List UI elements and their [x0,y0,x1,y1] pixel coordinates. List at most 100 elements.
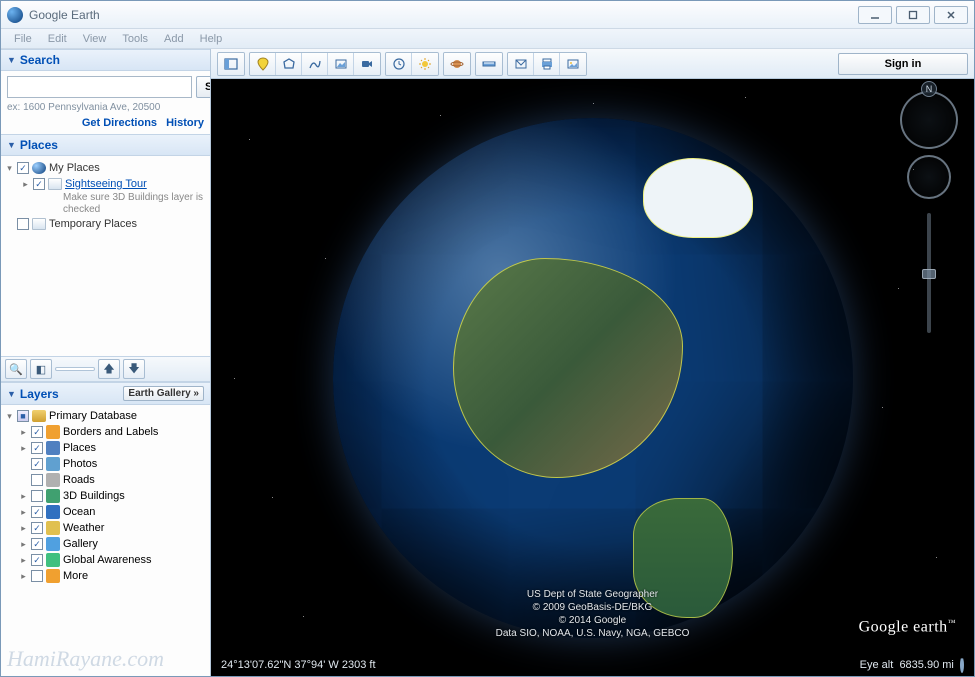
sidebar: ▼ Search Search ex: 1600 Pennsylvania Av… [1,49,211,676]
menu-add[interactable]: Add [157,31,191,47]
print-icon[interactable] [534,53,560,75]
layers-item[interactable]: ▸Borders and Labels [5,424,206,440]
menu-view[interactable]: View [76,31,114,47]
item-label[interactable]: Sightseeing Tour [65,177,147,191]
checkbox[interactable] [31,522,43,534]
checkbox[interactable] [31,474,43,486]
search-places-button[interactable]: 🔍 [5,359,27,379]
expand-icon[interactable]: ▸ [19,441,28,455]
globe-view[interactable]: N US Dept of State Geographer © 2009 Geo… [211,79,974,676]
item-label: Temporary Places [49,217,137,231]
layers-item[interactable]: ▸ Global Awareness [5,552,206,568]
expand-icon[interactable]: ▸ [19,553,28,567]
ruler-icon[interactable] [476,53,502,75]
checkbox[interactable] [17,162,29,174]
checkbox[interactable] [31,506,43,518]
expand-icon[interactable]: ▸ [19,505,28,519]
checkbox[interactable]: ■ [17,410,29,422]
folder-icon [48,178,62,190]
expand-icon[interactable]: ▸ [19,521,28,535]
expand-icon[interactable]: ▸ [19,537,28,551]
attrib-line: US Dept of State Geographer [211,588,974,601]
places-toolbar: 🔍 ◧ 🡅 🡇 [1,356,210,382]
move-down-button[interactable]: 🡇 [123,359,145,379]
checkbox[interactable] [31,538,43,550]
layers-item[interactable]: ▸3D Buildings [5,488,206,504]
close-button[interactable] [934,6,968,24]
layers-item[interactable]: ▸Ocean [5,504,206,520]
path-icon[interactable] [302,53,328,75]
menu-file[interactable]: File [7,31,39,47]
titlebar: Google Earth [1,1,974,29]
layers-item[interactable]: Roads [5,472,206,488]
checkbox[interactable] [31,426,43,438]
layers-item[interactable]: ▸Weather [5,520,206,536]
layers-item[interactable]: ▸Places [5,440,206,456]
placemark-icon[interactable] [250,53,276,75]
move-joystick[interactable] [907,155,951,199]
layer-icon [46,521,60,535]
zoom-slider[interactable] [927,213,931,333]
layers-tree: ▾■Primary Database▸Borders and Labels▸Pl… [1,405,210,676]
sign-in-button[interactable]: Sign in [838,53,968,75]
sunlight-icon[interactable] [412,53,438,75]
expand-icon[interactable]: ▸ [19,489,28,503]
layers-item[interactable]: ▸Gallery [5,536,206,552]
north-indicator[interactable]: N [921,81,937,97]
layers-item[interactable]: Photos [5,456,206,472]
opacity-slider[interactable] [55,367,95,371]
checkbox[interactable] [31,458,43,470]
checkbox[interactable] [31,554,43,566]
checkbox[interactable] [31,570,43,582]
earth-globe[interactable] [333,118,853,638]
item-label: Global Awareness [63,553,151,567]
image-overlay-icon[interactable] [328,53,354,75]
search-input[interactable] [7,76,192,98]
layer-icon [46,553,60,567]
places-item[interactable]: ▾ My Places [5,160,206,176]
email-icon[interactable] [508,53,534,75]
checkbox[interactable] [17,218,29,230]
expand-icon[interactable]: ▸ [19,425,28,439]
layer-icon [46,505,60,519]
layers-panel-header[interactable]: ▼ Layers Earth Gallery » [1,382,210,405]
hide-sidebar-icon[interactable] [218,53,244,75]
menu-edit[interactable]: Edit [41,31,74,47]
expand-icon[interactable]: ▾ [5,161,14,175]
search-button[interactable]: Search [196,76,211,98]
record-tour-icon[interactable] [354,53,380,75]
window-title: Google Earth [29,8,100,22]
item-label: More [63,569,88,583]
minimize-button[interactable] [858,6,892,24]
earth-gallery-button[interactable]: Earth Gallery » [123,386,204,401]
historical-imagery-icon[interactable] [386,53,412,75]
planets-icon[interactable] [444,53,470,75]
polygon-icon[interactable] [276,53,302,75]
app-icon [7,7,23,23]
layer-icon [46,457,60,471]
layers-root[interactable]: ▾■Primary Database [5,408,206,424]
history-link[interactable]: History [166,117,204,129]
look-joystick[interactable]: N [900,91,958,149]
status-altitude: Eye alt 6835.90 mi [860,659,964,671]
zoom-thumb[interactable] [922,269,936,279]
checkbox[interactable] [33,178,45,190]
move-up-button[interactable]: 🡅 [98,359,120,379]
get-directions-link[interactable]: Get Directions [82,117,157,129]
search-panel-header[interactable]: ▼ Search [1,49,210,71]
toggle-panel-button[interactable]: ◧ [30,359,52,379]
expand-icon[interactable]: ▾ [5,409,14,423]
menu-help[interactable]: Help [193,31,230,47]
maximize-button[interactable] [896,6,930,24]
menu-tools[interactable]: Tools [115,31,155,47]
checkbox[interactable] [31,490,43,502]
places-panel-header[interactable]: ▼ Places [1,134,210,156]
save-image-icon[interactable] [560,53,586,75]
expand-icon[interactable]: ▸ [21,177,30,191]
item-label: My Places [49,161,100,175]
layers-item[interactable]: ▸ More [5,568,206,584]
places-item[interactable]: ▸ Sightseeing Tour [5,176,206,192]
places-item[interactable]: Temporary Places [5,216,206,232]
checkbox[interactable] [31,442,43,454]
expand-icon[interactable]: ▸ [19,569,28,583]
